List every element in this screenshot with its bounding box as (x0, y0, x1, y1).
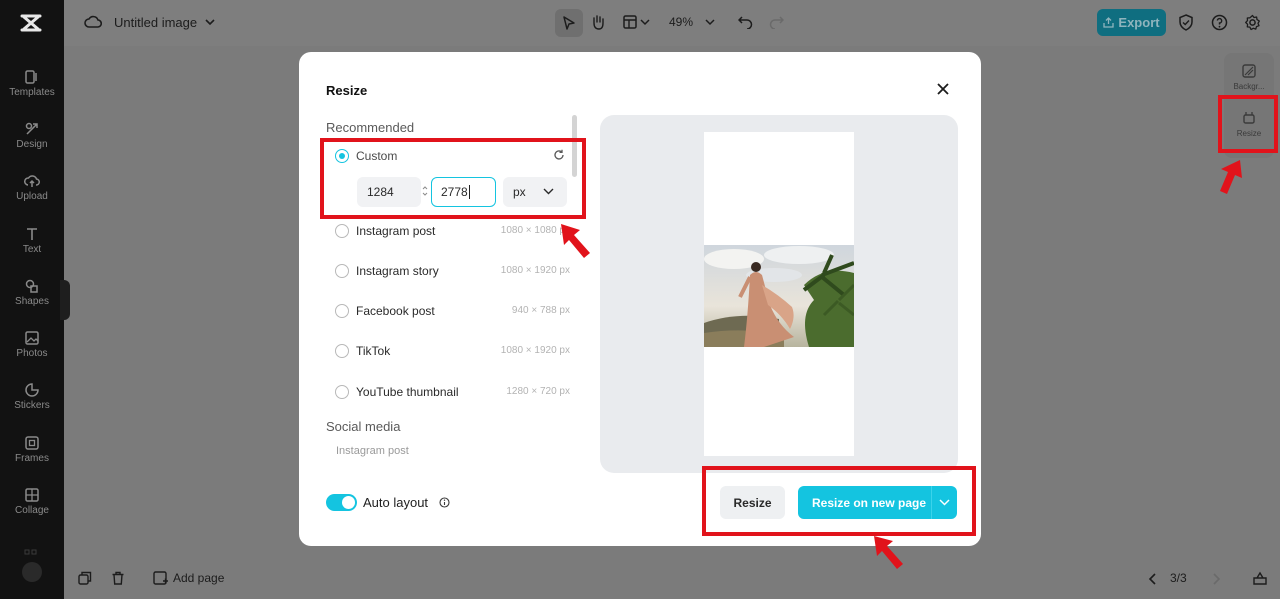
option-instagram-post[interactable]: Instagram post 1080 × 1080 px (335, 222, 570, 240)
option-size: 1080 × 1920 px (500, 345, 570, 356)
info-icon[interactable] (439, 497, 450, 508)
sidebar-item-label: Frames (15, 453, 49, 464)
collage-icon (25, 488, 39, 502)
bottom-bar: Add page 3/3 (64, 558, 1280, 599)
option-label: TikTok (356, 344, 391, 358)
shield-icon[interactable] (1178, 14, 1194, 31)
sidebar-item-label: Templates (9, 87, 55, 98)
frames-icon (25, 436, 39, 450)
shapes-icon (25, 279, 38, 293)
sidebar-item-design[interactable]: Design (0, 121, 64, 150)
sidebar-item-frames[interactable]: Frames (0, 435, 64, 464)
option-instagram-story[interactable]: Instagram story 1080 × 1920 px (335, 262, 570, 280)
social-media-heading: Social media (326, 419, 401, 434)
highlight-custom-size (320, 138, 586, 219)
option-label: Instagram post (356, 224, 436, 238)
left-sidebar: Templates Design Upload Text Shapes Phot… (0, 0, 64, 599)
option-size: 940 × 788 px (511, 305, 570, 316)
annotation-arrow-icon (561, 224, 590, 258)
background-panel-label: Backgr... (1233, 82, 1265, 91)
option-youtube-thumbnail[interactable]: YouTube thumbnail 1280 × 720 px (335, 383, 570, 401)
export-label: Export (1118, 15, 1160, 30)
option-tiktok[interactable]: TikTok 1080 × 1920 px (335, 342, 570, 360)
option-size: 1280 × 720 px (506, 386, 570, 397)
design-icon (25, 122, 38, 135)
help-icon[interactable] (1211, 14, 1228, 31)
duplicate-page-icon[interactable] (78, 571, 92, 585)
trash-icon[interactable] (111, 571, 125, 585)
auto-layout-label: Auto layout (363, 495, 429, 510)
sidebar-item-upload[interactable]: Upload (0, 173, 64, 202)
resize-preview (600, 115, 958, 473)
sidebar-item-templates[interactable]: Templates (0, 69, 64, 98)
document-title[interactable]: Untitled image (114, 15, 197, 30)
templates-icon (25, 70, 37, 84)
sidebar-item-label: Shapes (15, 296, 49, 307)
option-label: YouTube thumbnail (356, 385, 459, 399)
sidebar-item-label: Design (16, 139, 48, 150)
cursor-icon (563, 16, 575, 30)
sidebar-item-label: Text (22, 244, 42, 255)
dialog-title: Resize (326, 83, 368, 98)
upload-icon (24, 175, 40, 187)
annotation-arrow-icon (874, 536, 903, 569)
annotation-arrow-icon (1220, 160, 1242, 194)
option-label: Instagram story (356, 264, 439, 278)
preview-photo (704, 245, 854, 347)
close-icon[interactable] (934, 80, 952, 98)
add-page-icon[interactable] (153, 571, 168, 586)
sidebar-collapse-handle[interactable] (60, 280, 70, 320)
app-logo[interactable] (19, 12, 43, 34)
auto-layout-toggle[interactable] (326, 494, 357, 511)
redo-icon[interactable] (769, 14, 784, 29)
sidebar-item-text[interactable]: Text (0, 226, 64, 255)
add-page-button[interactable]: Add page (173, 571, 224, 585)
layers-icon[interactable] (1252, 571, 1268, 585)
export-button[interactable]: Export (1097, 9, 1166, 36)
sidebar-item-stickers[interactable]: Stickers (0, 382, 64, 411)
radio-instagram-story[interactable] (335, 264, 349, 278)
layout-icon[interactable] (622, 14, 638, 30)
option-label: Facebook post (356, 304, 435, 318)
text-icon (27, 228, 37, 240)
chevron-left-icon[interactable] (1148, 573, 1158, 585)
highlight-resize-panel (1218, 95, 1278, 153)
zoom-level[interactable]: 49% (669, 15, 693, 29)
chevron-down-icon[interactable] (204, 16, 216, 28)
sidebar-item-label: Photos (16, 348, 48, 359)
sidebar-item-label: Upload (16, 191, 48, 202)
chevron-down-icon[interactable] (640, 17, 650, 27)
avatar[interactable] (22, 562, 42, 582)
undo-icon[interactable] (738, 14, 753, 29)
photos-icon (25, 331, 39, 345)
option-size: 1080 × 1920 px (500, 265, 570, 276)
apps-grid-icon[interactable] (24, 549, 38, 559)
background-panel-button[interactable]: Backgr... (1224, 64, 1274, 91)
radio-instagram-post[interactable] (335, 224, 349, 238)
chevron-down-icon[interactable] (705, 17, 715, 27)
social-media-item[interactable]: Instagram post (336, 445, 409, 457)
option-facebook-post[interactable]: Facebook post 940 × 788 px (335, 302, 570, 320)
chevron-right-icon[interactable] (1211, 573, 1221, 585)
radio-tiktok[interactable] (335, 344, 349, 358)
cloud-icon[interactable] (84, 14, 102, 30)
radio-youtube-thumbnail[interactable] (335, 385, 349, 399)
highlight-resize-buttons (702, 466, 976, 536)
background-icon (1242, 64, 1256, 78)
page-counter: 3/3 (1170, 571, 1187, 585)
top-bar: Untitled image 49% Export (64, 0, 1280, 46)
export-icon (1103, 17, 1115, 28)
stickers-icon (25, 383, 39, 397)
select-tool-button[interactable] (555, 9, 583, 37)
recommended-heading: Recommended (326, 120, 415, 135)
sidebar-item-label: Collage (15, 505, 49, 516)
sidebar-item-shapes[interactable]: Shapes (0, 278, 64, 307)
gear-icon[interactable] (1244, 14, 1261, 31)
sidebar-item-collage[interactable]: Collage (0, 487, 64, 516)
hand-icon[interactable] (590, 14, 606, 30)
sidebar-item-label: Stickers (14, 400, 50, 411)
sidebar-item-photos[interactable]: Photos (0, 330, 64, 359)
radio-facebook-post[interactable] (335, 304, 349, 318)
preview-canvas (704, 132, 854, 456)
